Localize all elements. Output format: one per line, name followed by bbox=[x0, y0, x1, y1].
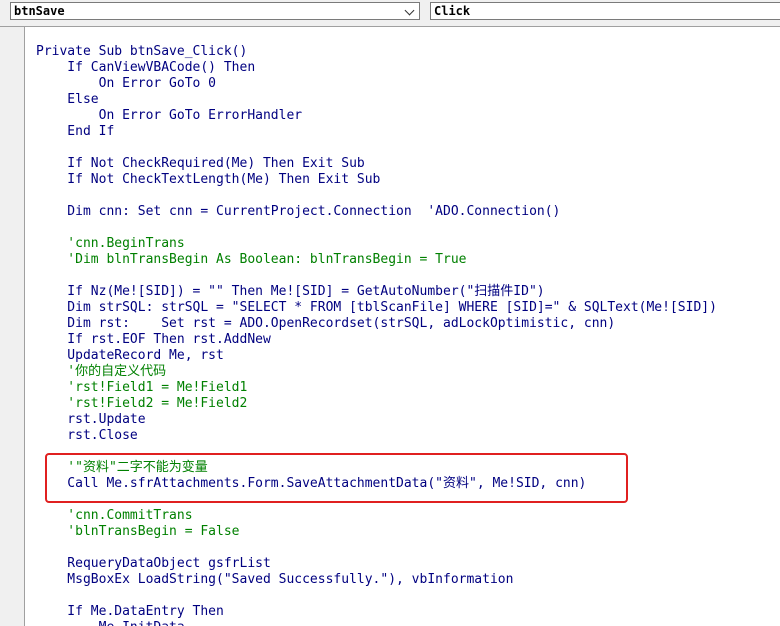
code-pane[interactable]: Private Sub btnSave_Click() If CanViewVB… bbox=[36, 44, 717, 626]
code-window-toolbar: btnSave Click bbox=[0, 0, 780, 26]
code-line[interactable]: Me.InitData bbox=[36, 620, 717, 626]
code-line[interactable]: If Not CheckTextLength(Me) Then Exit Sub bbox=[36, 172, 717, 188]
code-line[interactable]: If CanViewVBACode() Then bbox=[36, 60, 717, 76]
code-line[interactable]: RequeryDataObject gsfrList bbox=[36, 556, 717, 572]
code-line[interactable]: If Not CheckRequired(Me) Then Exit Sub bbox=[36, 156, 717, 172]
code-line[interactable]: Else bbox=[36, 92, 717, 108]
object-combo-dropdown-button[interactable] bbox=[401, 3, 419, 19]
code-line[interactable]: 'cnn.BeginTrans bbox=[36, 236, 717, 252]
procedure-combo-value: Click bbox=[434, 4, 471, 18]
code-line[interactable] bbox=[36, 540, 717, 556]
code-line[interactable]: 'Dim blnTransBegin As Boolean: blnTransB… bbox=[36, 252, 717, 268]
object-combo[interactable]: btnSave bbox=[10, 2, 420, 20]
code-line[interactable] bbox=[36, 140, 717, 156]
code-line[interactable]: On Error GoTo 0 bbox=[36, 76, 717, 92]
margin-indicator-bar[interactable] bbox=[0, 27, 24, 626]
code-line[interactable]: Private Sub btnSave_Click() bbox=[36, 44, 717, 60]
code-line[interactable]: rst.Update bbox=[36, 412, 717, 428]
code-line[interactable]: On Error GoTo ErrorHandler bbox=[36, 108, 717, 124]
code-line[interactable] bbox=[36, 220, 717, 236]
code-line[interactable]: Dim rst: Set rst = ADO.OpenRecordset(str… bbox=[36, 316, 717, 332]
code-line[interactable]: 'cnn.CommitTrans bbox=[36, 508, 717, 524]
code-line[interactable]: MsgBoxEx LoadString("Saved Successfully.… bbox=[36, 572, 717, 588]
code-line[interactable]: If rst.EOF Then rst.AddNew bbox=[36, 332, 717, 348]
code-line[interactable]: 'rst!Field2 = Me!Field2 bbox=[36, 396, 717, 412]
code-line[interactable] bbox=[36, 268, 717, 284]
code-line[interactable]: If Nz(Me![SID]) = "" Then Me![SID] = Get… bbox=[36, 284, 717, 300]
code-line[interactable]: '你的自定义代码 bbox=[36, 364, 717, 380]
procedure-combo[interactable]: Click bbox=[430, 2, 780, 20]
code-line[interactable]: 'blnTransBegin = False bbox=[36, 524, 717, 540]
code-line[interactable]: If Me.DataEntry Then bbox=[36, 604, 717, 620]
chevron-down-icon bbox=[404, 5, 415, 16]
code-line[interactable]: Dim cnn: Set cnn = CurrentProject.Connec… bbox=[36, 204, 717, 220]
code-line[interactable]: Dim strSQL: strSQL = "SELECT * FROM [tbl… bbox=[36, 300, 717, 316]
code-line[interactable]: 'rst!Field1 = Me!Field1 bbox=[36, 380, 717, 396]
code-line[interactable]: rst.Close bbox=[36, 428, 717, 444]
code-line[interactable]: End If bbox=[36, 124, 717, 140]
code-line[interactable]: UpdateRecord Me, rst bbox=[36, 348, 717, 364]
highlight-annotation-box bbox=[45, 453, 628, 503]
code-editor[interactable]: Private Sub btnSave_Click() If CanViewVB… bbox=[0, 26, 780, 626]
gutter-divider bbox=[24, 27, 25, 626]
code-line[interactable] bbox=[36, 188, 717, 204]
code-line[interactable] bbox=[36, 588, 717, 604]
object-combo-value: btnSave bbox=[14, 4, 65, 18]
